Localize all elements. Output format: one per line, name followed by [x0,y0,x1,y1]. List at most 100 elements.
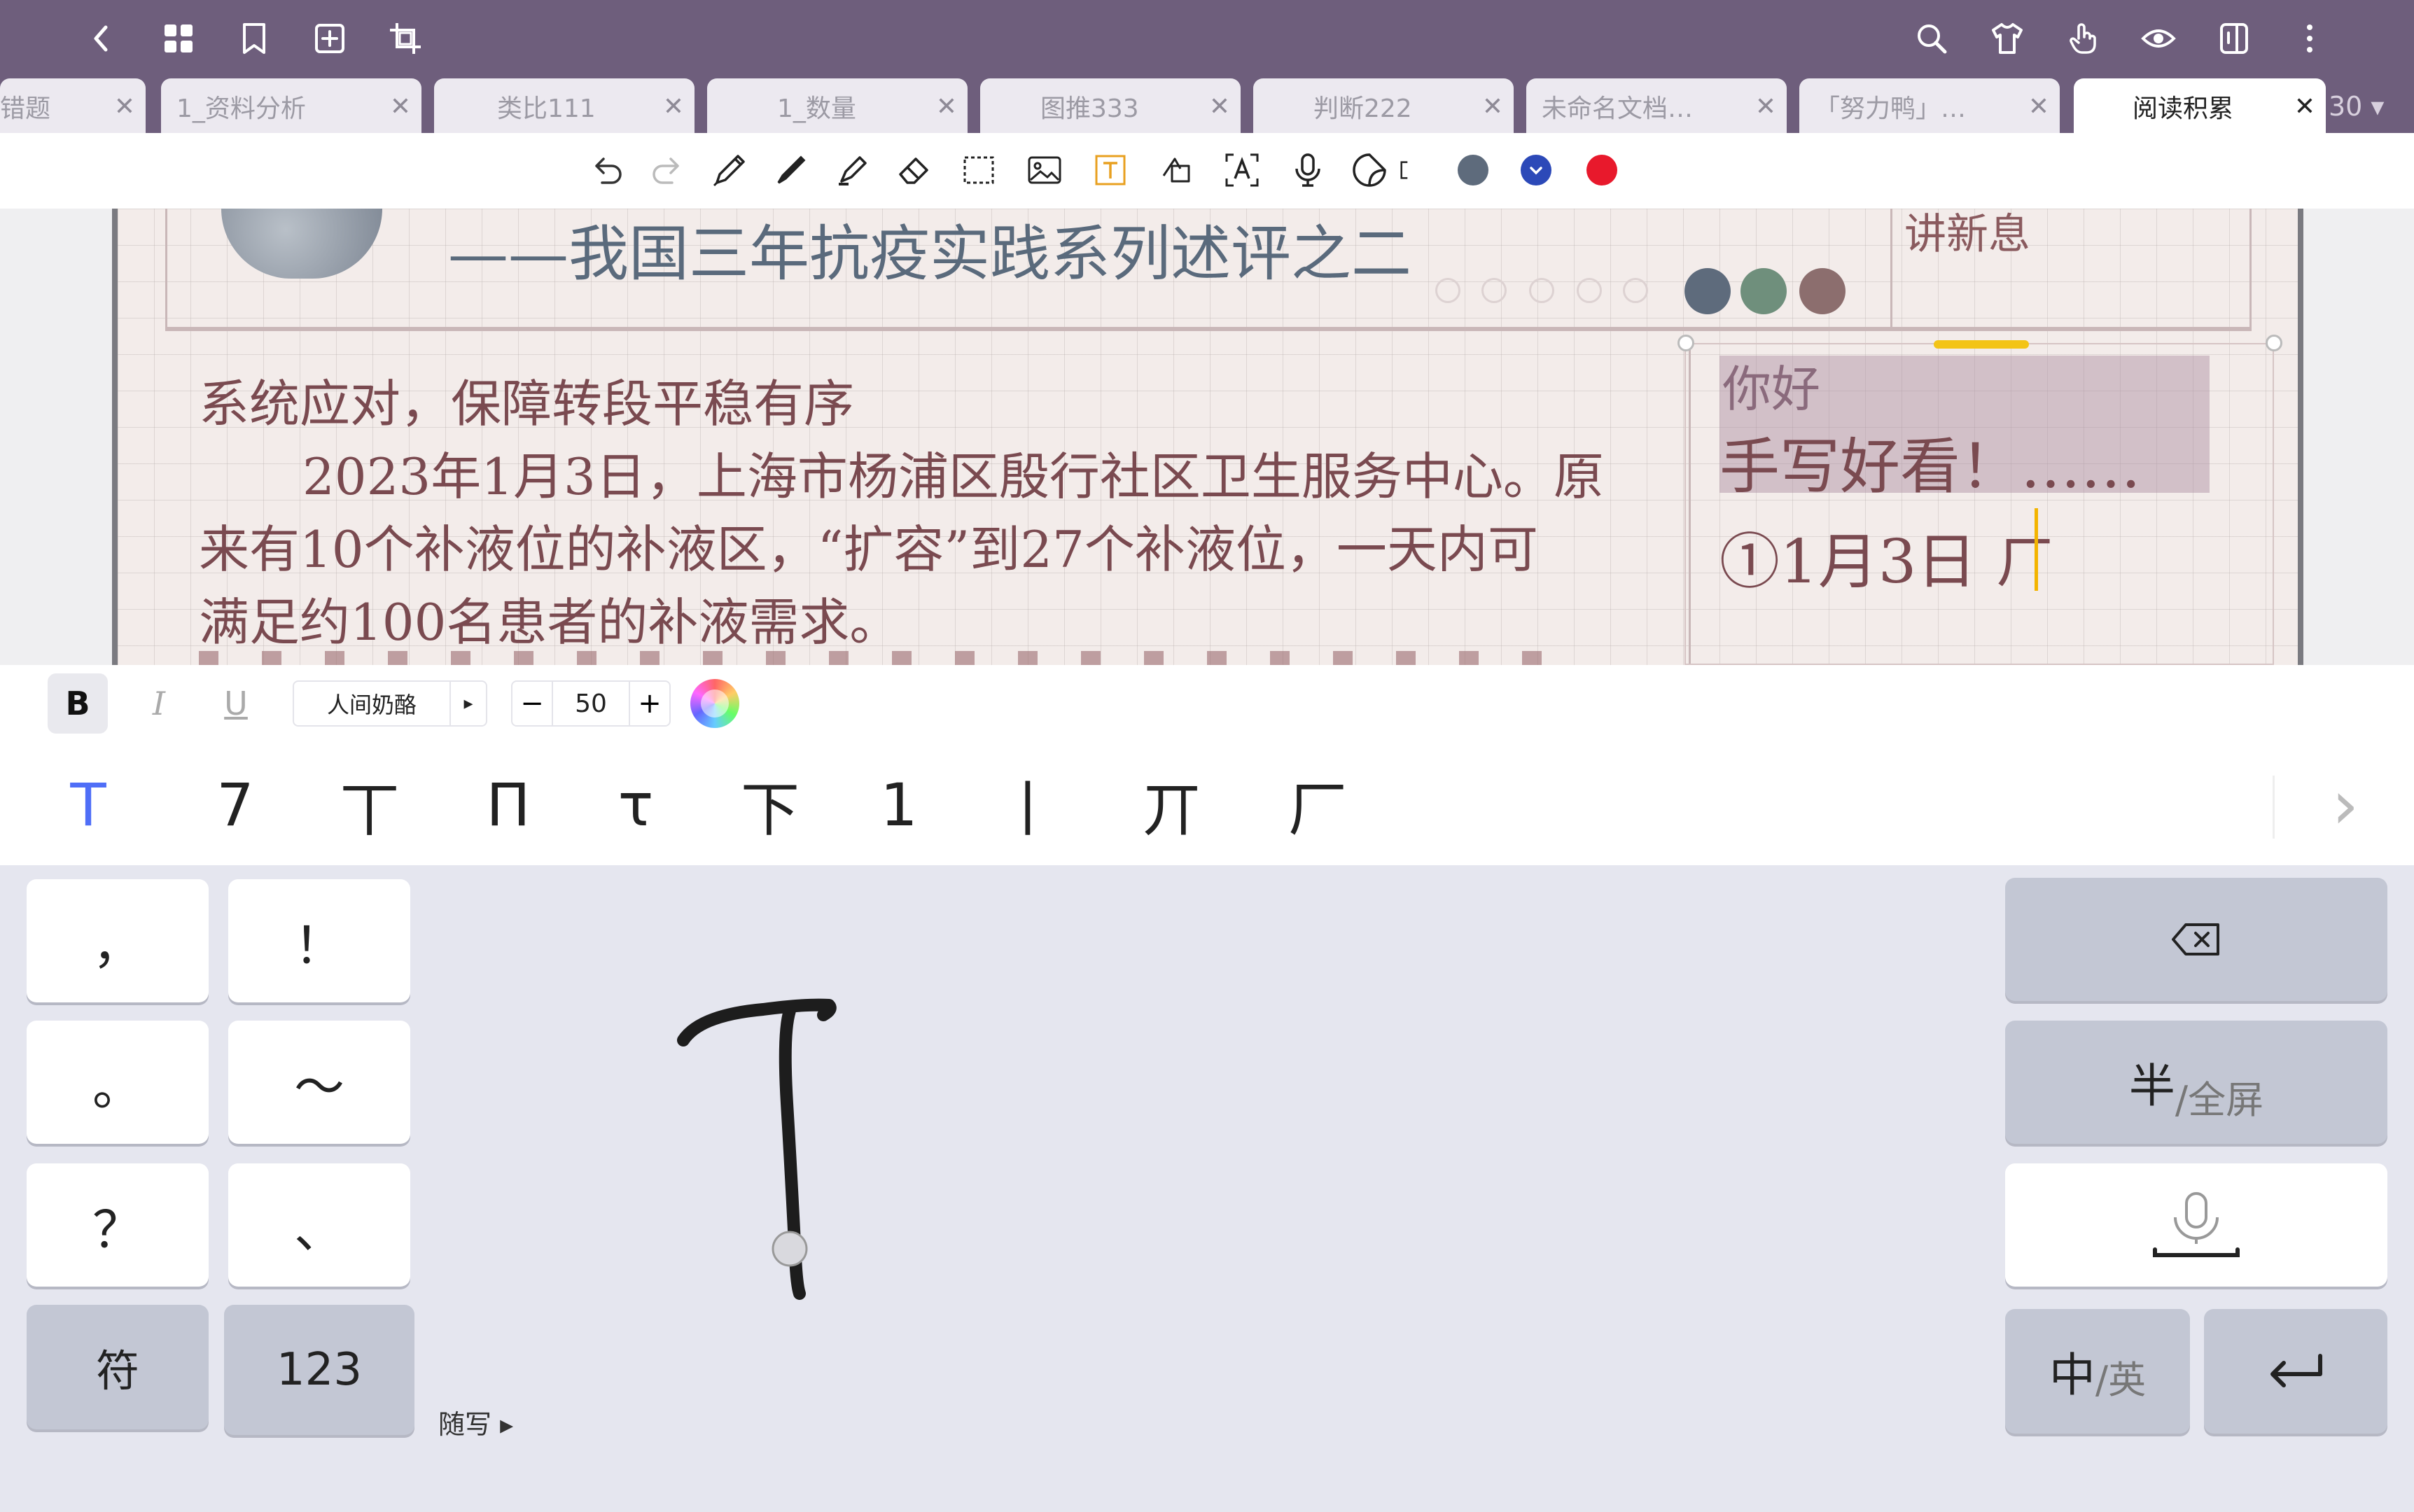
full-width-label: /全屏 [2175,1077,2264,1122]
tab-label: 1_数量 [777,94,856,123]
crop-icon[interactable] [382,15,428,62]
candidate[interactable]: 丌 [1123,763,1221,847]
eye-icon[interactable] [2135,15,2182,62]
progress-ring [1481,278,1507,303]
text-cursor [2035,508,2038,591]
sticker-icon[interactable] [1344,144,1395,196]
tab-tutui[interactable]: 图推333 ✕ [980,78,1241,134]
close-icon[interactable]: ✕ [1199,92,1241,121]
key-question[interactable]: ？ [27,1163,209,1287]
close-icon[interactable]: ✕ [653,92,695,121]
close-icon[interactable]: ✕ [1472,92,1514,121]
text-box-icon[interactable] [1085,144,1136,196]
free-write-toggle[interactable]: 随写 ▸ [438,1403,513,1441]
shape-icon[interactable] [1151,144,1201,196]
candidates-next-icon[interactable]: › [2310,763,2380,847]
candidate[interactable]: τ [587,763,685,847]
handwriting-area[interactable] [434,865,1995,1397]
pen-color-dark[interactable] [1458,155,1488,186]
ocr-icon[interactable] [1217,144,1267,196]
tab-nuliya[interactable]: 「努力鸭」… ✕ [1799,78,2060,134]
return-icon [2270,1354,2322,1387]
candidate-selected[interactable]: T [39,763,137,847]
partial-line [199,651,1585,665]
close-icon[interactable]: ✕ [2284,92,2326,121]
half-full-width-key[interactable]: 半 /全屏 [2005,1021,2387,1144]
decrease-size-button[interactable]: − [512,682,553,725]
highlighter-icon[interactable] [828,144,878,196]
more-icon[interactable] [2287,15,2333,62]
close-icon[interactable]: ✕ [1745,92,1787,121]
undo-icon[interactable] [581,144,632,196]
pen-color-blue-selected[interactable] [1521,155,1551,186]
shirt-icon[interactable] [1984,15,2030,62]
font-selector[interactable]: 人间奶酪 ▸ [293,680,487,727]
tab-cuoti[interactable]: 错题 ✕ [0,78,146,134]
bookmark-icon[interactable] [231,15,277,62]
lasso-select-icon[interactable] [954,144,1004,196]
eraser-icon[interactable] [889,144,940,196]
sidebar-icon[interactable] [2211,15,2257,62]
voice-input-key[interactable] [2005,1163,2387,1287]
key-exclamation[interactable]: ！ [228,879,410,1002]
pen-color-red[interactable] [1586,155,1617,186]
increase-size-button[interactable]: + [629,682,669,725]
search-icon[interactable] [1909,15,1955,62]
enter-key[interactable] [2204,1309,2387,1434]
half-label: 半 [2128,1059,2175,1113]
tab-yuedu[interactable]: 阅读积累 ✕ [2074,78,2326,134]
font-name: 人间奶酪 [326,692,417,718]
key-tilde[interactable]: ～ [228,1021,410,1144]
drag-handle[interactable] [1934,340,2029,349]
redo-icon[interactable] [643,144,693,196]
delete-key[interactable] [2005,878,2387,1001]
bold-button[interactable]: B [48,673,108,734]
italic-button[interactable]: I [129,673,189,734]
back-icon[interactable] [78,15,125,62]
color-swatch-green[interactable] [1740,268,1787,314]
tab-panduan[interactable]: 判断222 ✕ [1253,78,1514,134]
tab-leibi[interactable]: 类比111 ✕ [434,78,695,134]
key-dun[interactable]: 、 [228,1163,410,1287]
close-icon[interactable]: ✕ [104,92,146,121]
microphone-icon[interactable] [1283,144,1333,196]
candidate[interactable]: 7 [186,763,284,847]
progress-ring [1623,278,1648,303]
close-icon[interactable]: ✕ [926,92,968,121]
candidate[interactable]: 1 [850,763,948,847]
fountain-pen-icon[interactable] [704,144,755,196]
add-page-icon[interactable] [307,15,353,62]
tab-unnamed[interactable]: 未命名文档… ✕ [1526,78,1787,134]
tab-ziliao[interactable]: 1_资料分析 ✕ [161,78,421,134]
key-period[interactable]: 。 [27,1021,209,1144]
grid-icon[interactable] [155,15,202,62]
link-icon[interactable] [1397,144,1425,196]
tab-count[interactable]: 30 ▾ [2329,78,2385,134]
candidate[interactable]: 厂 [1269,763,1367,847]
color-swatch-brown[interactable] [1799,268,1846,314]
color-swatch-slate[interactable] [1684,268,1731,314]
underline-button[interactable]: U [206,673,266,734]
candidate[interactable]: Π [459,763,557,847]
font-size-stepper[interactable]: − 50 + [511,680,671,727]
key-comma[interactable]: ， [27,879,209,1002]
symbols-key[interactable]: 符 [27,1305,209,1429]
font-size-value[interactable]: 50 [553,690,629,718]
numbers-key[interactable]: 123 [224,1305,414,1435]
candidate[interactable]: 丅 [321,763,419,847]
color-wheel-icon[interactable] [690,679,739,728]
font-dropdown-arrow[interactable]: ▸ [449,682,486,725]
close-icon[interactable]: ✕ [379,92,421,121]
tab-shuliang[interactable]: 1_数量 ✕ [707,78,968,134]
candidate[interactable]: 下 [721,763,819,847]
hand-touch-icon[interactable] [2060,15,2106,62]
close-icon[interactable]: ✕ [2018,92,2060,121]
candidate[interactable]: 丨 [979,763,1077,847]
note-text-line: 手写好看！…… [1719,432,2141,502]
progress-ring [1435,278,1460,303]
resize-handle[interactable] [1677,335,1694,351]
pen-icon[interactable] [766,144,816,196]
language-toggle-key[interactable]: 中 /英 [2005,1309,2190,1434]
resize-handle[interactable] [2266,335,2282,351]
image-icon[interactable] [1019,144,1070,196]
